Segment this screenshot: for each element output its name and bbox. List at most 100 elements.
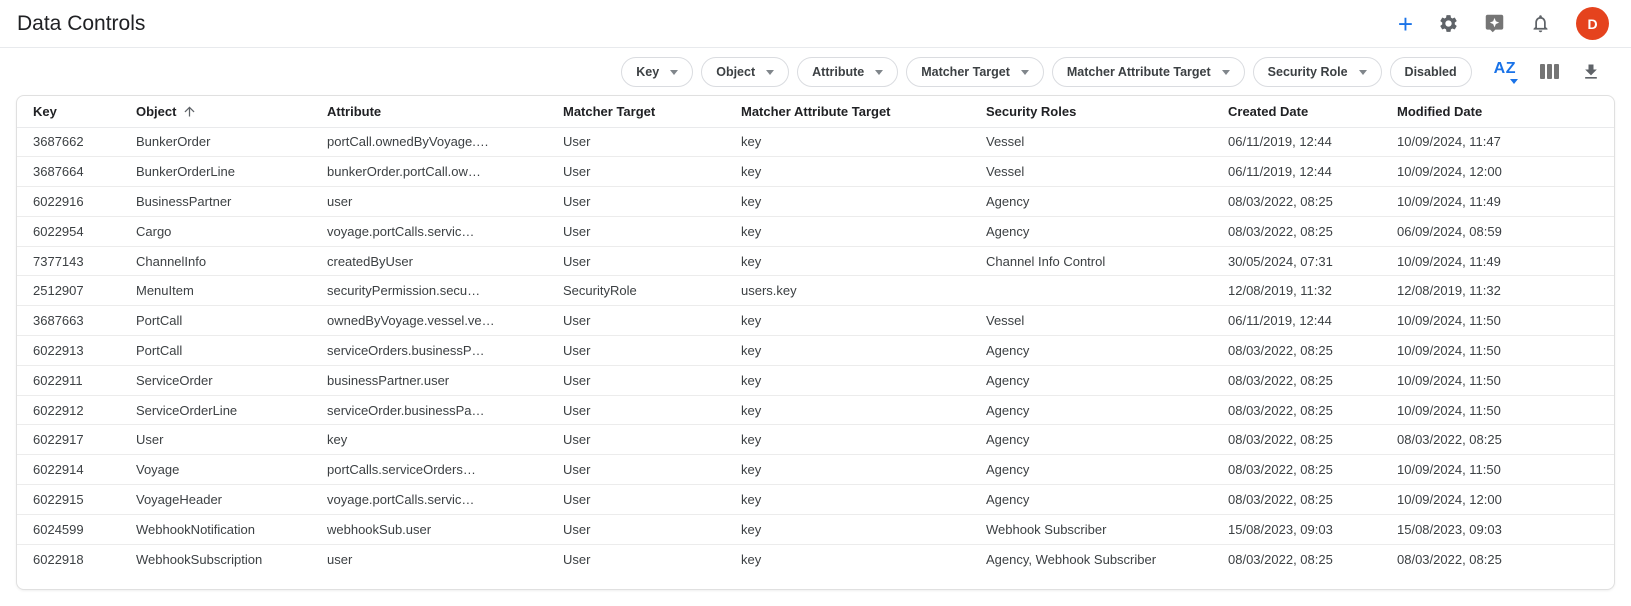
cell-matcher-attribute-target: key [725, 425, 970, 455]
filter-chip-key[interactable]: Key [621, 57, 693, 87]
table-row[interactable]: 3687664 BunkerOrderLine bunkerOrder.port… [17, 157, 1614, 187]
cell-object: MenuItem [120, 276, 311, 306]
column-label: Attribute [327, 104, 381, 119]
chevron-down-icon [1222, 70, 1230, 75]
cell-created-date: 12/08/2019, 11:32 [1212, 276, 1381, 306]
cell-key: 3687662 [17, 127, 120, 157]
table-row[interactable]: 3687662 BunkerOrder portCall.ownedByVoya… [17, 127, 1614, 157]
cell-modified-date: 10/09/2024, 11:49 [1381, 246, 1614, 276]
cell-key: 6022912 [17, 395, 120, 425]
cell-modified-date: 10/09/2024, 12:00 [1381, 485, 1614, 515]
table-row[interactable]: 6022917 User key User key Agency 08/03/2… [17, 425, 1614, 455]
cell-modified-date: 10/09/2024, 11:47 [1381, 127, 1614, 157]
sparkle-badge-icon[interactable] [1484, 13, 1505, 34]
filter-chips: Key Object Attribute Matcher Target Matc… [621, 57, 1471, 87]
filter-chip-security-role[interactable]: Security Role [1253, 57, 1382, 87]
view-columns-icon[interactable] [1540, 64, 1559, 79]
chevron-down-icon [1510, 79, 1518, 84]
chevron-down-icon [766, 70, 774, 75]
filter-chip-matcher-attribute-target[interactable]: Matcher Attribute Target [1052, 57, 1245, 87]
filter-chip-label: Attribute [812, 65, 864, 79]
cell-security-roles [970, 276, 1212, 306]
cell-modified-date: 10/09/2024, 11:50 [1381, 365, 1614, 395]
cell-matcher-attribute-target: key [725, 246, 970, 276]
table-row[interactable]: 6022954 Cargo voyage.portCalls.servic… U… [17, 216, 1614, 246]
filter-chip-matcher-target[interactable]: Matcher Target [906, 57, 1044, 87]
avatar[interactable]: D [1576, 7, 1609, 40]
column-label: Modified Date [1397, 104, 1482, 119]
cell-attribute: voyage.portCalls.servic… [311, 216, 547, 246]
plus-icon[interactable]: + [1398, 14, 1413, 34]
cell-object: BunkerOrderLine [120, 157, 311, 187]
column-label: Created Date [1228, 104, 1308, 119]
cell-attribute: serviceOrders.businessP… [311, 336, 547, 366]
cell-key: 6022911 [17, 365, 120, 395]
cell-matcher-target: User [547, 216, 725, 246]
cell-matcher-target: User [547, 336, 725, 366]
table-row[interactable]: 6022916 BusinessPartner user User key Ag… [17, 187, 1614, 217]
cell-created-date: 08/03/2022, 08:25 [1212, 544, 1381, 574]
cell-matcher-attribute-target: key [725, 544, 970, 574]
cell-created-date: 08/03/2022, 08:25 [1212, 187, 1381, 217]
table-row[interactable]: 6022915 VoyageHeader voyage.portCalls.se… [17, 485, 1614, 515]
cell-created-date: 08/03/2022, 08:25 [1212, 336, 1381, 366]
cell-matcher-attribute-target: key [725, 455, 970, 485]
column-label: Matcher Attribute Target [741, 104, 891, 119]
column-header-created-date[interactable]: Created Date [1212, 96, 1381, 127]
az-sort-icon[interactable]: AZ [1494, 61, 1518, 82]
filter-toolbar: Key Object Attribute Matcher Target Matc… [0, 48, 1631, 95]
cell-modified-date: 08/03/2022, 08:25 [1381, 544, 1614, 574]
az-sort-letter-z: Z [1506, 61, 1516, 77]
table-row[interactable]: 3687663 PortCall ownedByVoyage.vessel.ve… [17, 306, 1614, 336]
bell-icon[interactable] [1530, 13, 1551, 34]
chevron-down-icon [1359, 70, 1367, 75]
column-header-security-roles[interactable]: Security Roles [970, 96, 1212, 127]
table-row[interactable]: 6022913 PortCall serviceOrders.businessP… [17, 336, 1614, 366]
cell-matcher-target: User [547, 306, 725, 336]
filter-chip-disabled[interactable]: Disabled [1390, 57, 1472, 87]
cell-matcher-attribute-target: key [725, 395, 970, 425]
cell-key: 6022916 [17, 187, 120, 217]
cell-attribute: createdByUser [311, 246, 547, 276]
download-icon[interactable] [1581, 62, 1601, 82]
filter-chip-object[interactable]: Object [701, 57, 789, 87]
filter-chip-attribute[interactable]: Attribute [797, 57, 898, 87]
column-header-key[interactable]: Key [17, 96, 120, 127]
column-header-modified-date[interactable]: Modified Date [1381, 96, 1614, 127]
cell-matcher-attribute-target: key [725, 365, 970, 395]
cell-security-roles: Vessel [970, 127, 1212, 157]
table-row[interactable]: 6024599 WebhookNotification webhookSub.u… [17, 514, 1614, 544]
cell-object: Voyage [120, 455, 311, 485]
table-row[interactable]: 6022918 WebhookSubscription user User ke… [17, 544, 1614, 574]
cell-matcher-target: User [547, 485, 725, 515]
cell-modified-date: 10/09/2024, 11:50 [1381, 395, 1614, 425]
app-bar: Data Controls + D [0, 0, 1631, 48]
cell-attribute: voyage.portCalls.servic… [311, 485, 547, 515]
table-row[interactable]: 2512907 MenuItem securityPermission.secu… [17, 276, 1614, 306]
table-row[interactable]: 7377143 ChannelInfo createdByUser User k… [17, 246, 1614, 276]
cell-attribute: businessPartner.user [311, 365, 547, 395]
cell-matcher-attribute-target: key [725, 216, 970, 246]
cell-security-roles: Agency [970, 336, 1212, 366]
table-row[interactable]: 6022912 ServiceOrderLine serviceOrder.bu… [17, 395, 1614, 425]
table-row[interactable]: 6022914 Voyage portCalls.serviceOrders… … [17, 455, 1614, 485]
cell-attribute: portCall.ownedByVoyage.… [311, 127, 547, 157]
gear-icon[interactable] [1438, 13, 1459, 34]
column-header-matcher-attribute-target[interactable]: Matcher Attribute Target [725, 96, 970, 127]
column-header-matcher-target[interactable]: Matcher Target [547, 96, 725, 127]
cell-modified-date: 15/08/2023, 09:03 [1381, 514, 1614, 544]
cell-created-date: 06/11/2019, 12:44 [1212, 127, 1381, 157]
cell-matcher-target: User [547, 514, 725, 544]
filter-chip-label: Disabled [1405, 65, 1457, 79]
cell-matcher-attribute-target: key [725, 485, 970, 515]
column-header-attribute[interactable]: Attribute [311, 96, 547, 127]
cell-created-date: 06/11/2019, 12:44 [1212, 306, 1381, 336]
cell-matcher-target: User [547, 187, 725, 217]
cell-created-date: 06/11/2019, 12:44 [1212, 157, 1381, 187]
filter-chip-label: Matcher Target [921, 65, 1010, 79]
cell-security-roles: Vessel [970, 306, 1212, 336]
column-header-object[interactable]: Object [120, 96, 311, 127]
cell-modified-date: 08/03/2022, 08:25 [1381, 425, 1614, 455]
table-row[interactable]: 6022911 ServiceOrder businessPartner.use… [17, 365, 1614, 395]
cell-created-date: 08/03/2022, 08:25 [1212, 455, 1381, 485]
